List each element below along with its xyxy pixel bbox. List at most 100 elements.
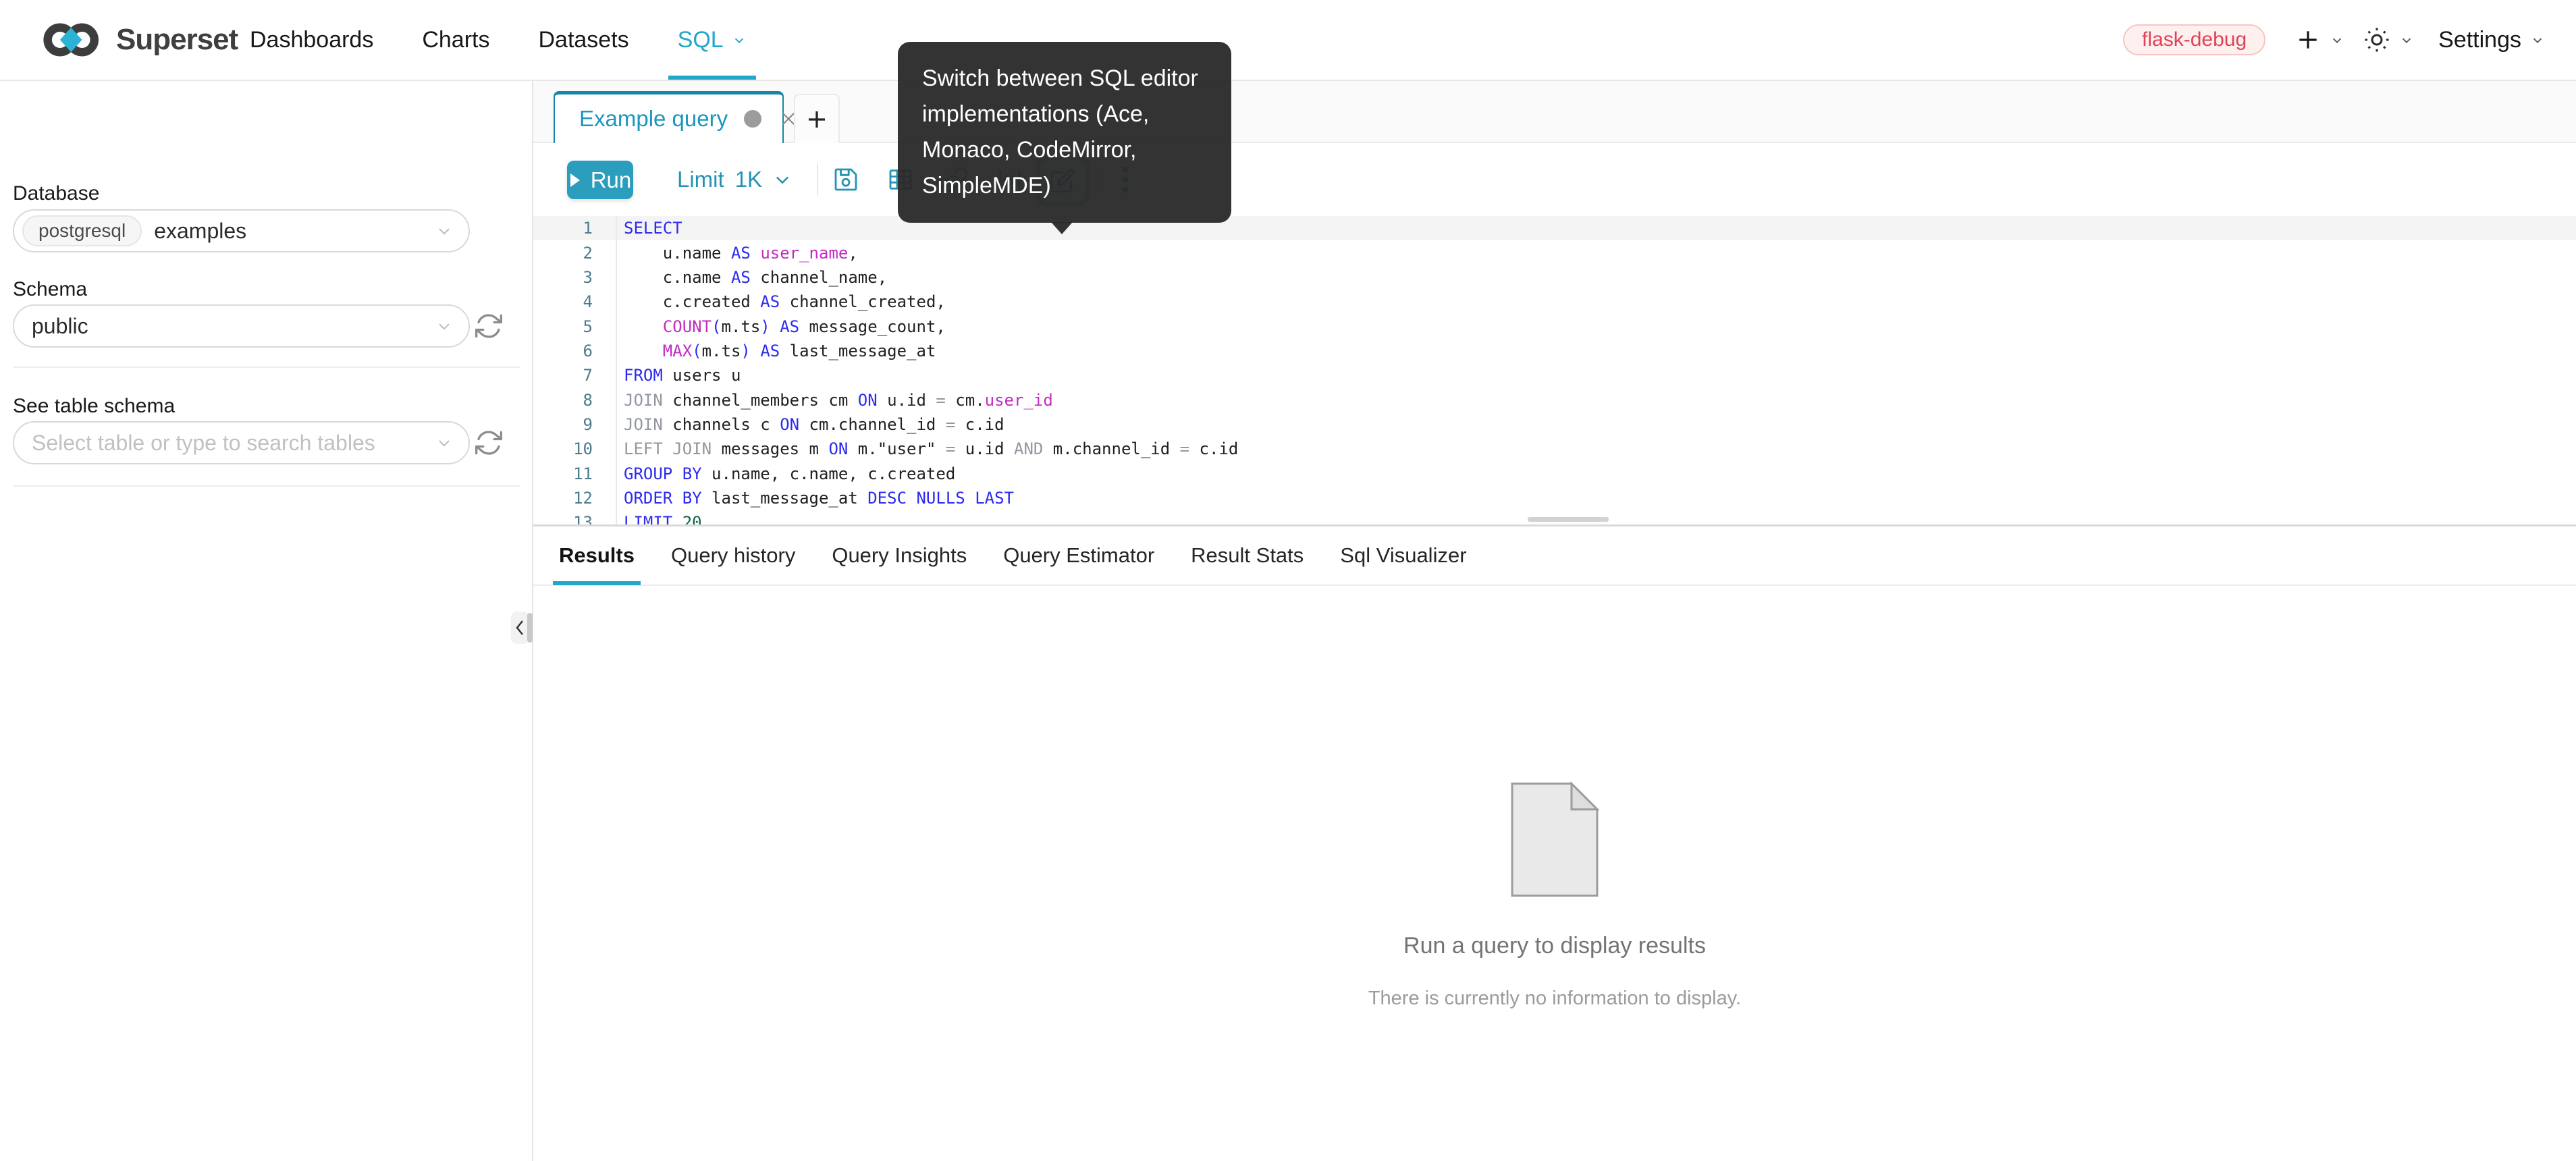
code-text: LEFT JOIN messages m ON m."user" = u.id …: [617, 439, 1238, 458]
refresh-schemas-icon[interactable]: [474, 311, 504, 341]
tooltip-arrow: [1051, 222, 1073, 234]
run-query-button[interactable]: Run: [567, 161, 633, 199]
line-number: 9: [533, 412, 617, 437]
chevron-down-icon: [2530, 32, 2545, 47]
line-number: 3: [533, 265, 617, 290]
code-text: GROUP BY u.name, c.name, c.created: [617, 464, 955, 483]
chevron-down-icon: [435, 317, 454, 335]
line-number: 12: [533, 486, 617, 510]
code-line[interactable]: 9JOIN channels c ON cm.channel_id = c.id: [533, 412, 2576, 437]
chevron-down-icon: [2330, 32, 2344, 47]
editor-toolbar: Run Limit 1K: [533, 143, 2576, 216]
plus-icon: [805, 107, 829, 132]
superset-logo[interactable]: Superset: [42, 0, 238, 80]
code-line[interactable]: 2 u.name AS user_name,: [533, 240, 2576, 265]
code-line[interactable]: 1SELECT: [533, 216, 2576, 240]
results-tab-result-stats[interactable]: Result Stats: [1189, 526, 1306, 585]
schema-select[interactable]: public: [13, 304, 470, 348]
theme-sun-icon[interactable]: [2363, 26, 2390, 53]
line-number: 5: [533, 314, 617, 338]
chevron-down-icon: [773, 170, 792, 189]
refresh-tables-icon[interactable]: [474, 428, 504, 458]
code-text: SELECT: [617, 219, 682, 238]
results-tab-query-insights[interactable]: Query Insights: [830, 526, 969, 585]
code-line[interactable]: 10LEFT JOIN messages m ON m."user" = u.i…: [533, 437, 2576, 461]
table-select[interactable]: Select table or type to search tables: [13, 421, 470, 464]
results-panel: Results Query history Query Insights Query …: [533, 526, 2576, 1161]
results-tab-sql-visualizer[interactable]: Sql Visualizer: [1338, 526, 1468, 585]
code-text: ORDER BY last_message_at DESC NULLS LAST: [617, 489, 1014, 508]
run-label: Run: [591, 167, 632, 193]
nav-item-label: Dashboards: [250, 27, 373, 53]
code-text: c.created AS channel_created,: [617, 292, 946, 311]
code-text: MAX(m.ts) AS last_message_at: [617, 342, 936, 360]
editor-switch-tooltip: Switch between SQL editor implementation…: [898, 42, 1231, 223]
split-drag-grip[interactable]: [1528, 517, 1609, 522]
nav-item-dashboards[interactable]: Dashboards: [250, 0, 373, 80]
panel-resize-handle[interactable]: [527, 613, 533, 643]
main-nav: Dashboards Charts Datasets SQL: [250, 0, 747, 80]
code-text: c.name AS channel_name,: [617, 268, 887, 287]
new-plus-icon[interactable]: [2295, 27, 2321, 53]
code-line[interactable]: 6 MAX(m.ts) AS last_message_at: [533, 339, 2576, 363]
line-number: 2: [533, 240, 617, 265]
code-line[interactable]: 11GROUP BY u.name, c.name, c.created: [533, 461, 2576, 485]
environment-badge: flask-debug: [2123, 24, 2265, 55]
line-number: 4: [533, 290, 617, 314]
nav-item-label: Datasets: [538, 27, 628, 53]
code-line[interactable]: 5 COUNT(m.ts) AS message_count,: [533, 314, 2576, 338]
table-schema-label: See table schema: [13, 395, 175, 418]
code-line[interactable]: 8JOIN channel_members cm ON u.id = cm.us…: [533, 387, 2576, 412]
database-value: examples: [154, 219, 246, 244]
brand-name: Superset: [116, 23, 238, 57]
code-text: JOIN channel_members cm ON u.id = cm.use…: [617, 391, 1053, 410]
sql-code-editor[interactable]: 1SELECT2 u.name AS user_name,3 c.name AS…: [533, 216, 2576, 524]
chevron-down-icon: [435, 221, 454, 240]
chevron-down-icon: [2399, 32, 2414, 47]
code-line[interactable]: 3 c.name AS channel_name,: [533, 265, 2576, 290]
schema-value: public: [32, 314, 88, 339]
chevron-down-icon: [435, 433, 454, 452]
sidebar-divider: [13, 485, 520, 487]
sqllab-left-panel: Database postgresql examples Schema publ…: [0, 81, 533, 1161]
results-tab-query-estimator[interactable]: Query Estimator: [1001, 526, 1156, 585]
query-tab-label: Example query: [579, 106, 728, 132]
line-number: 13: [533, 510, 617, 524]
settings-menu[interactable]: Settings: [2438, 27, 2521, 53]
database-select[interactable]: postgresql examples: [13, 209, 470, 252]
top-navbar: Superset Dashboards Charts Datasets SQL fla…: [0, 0, 2576, 81]
results-empty-state: Run a query to display results There is …: [533, 586, 2576, 1010]
code-line[interactable]: 12ORDER BY last_message_at DESC NULLS LA…: [533, 486, 2576, 510]
limit-label: Limit: [677, 167, 724, 192]
query-tab[interactable]: Example query: [554, 91, 784, 143]
unsaved-indicator-dot: [744, 110, 761, 128]
database-dialect-tag: postgresql: [22, 215, 142, 246]
nav-item-label: SQL: [678, 27, 724, 53]
nav-item-label: Charts: [422, 27, 489, 53]
empty-state-subtitle: There is currently no information to dis…: [1368, 988, 1741, 1010]
results-tab-bar: Results Query history Query Insights Query …: [533, 526, 2576, 586]
code-text: COUNT(m.ts) AS message_count,: [617, 317, 946, 336]
add-tab-button[interactable]: [794, 94, 840, 143]
document-icon: [1510, 782, 1599, 898]
row-limit-dropdown[interactable]: Limit 1K: [677, 143, 792, 216]
code-text: LIMIT 20: [617, 513, 702, 524]
code-text: u.name AS user_name,: [617, 244, 858, 263]
line-number: 8: [533, 387, 617, 412]
superset-infinity-icon: [42, 19, 107, 61]
results-tab-results[interactable]: Results: [557, 526, 637, 585]
code-text: JOIN channels c ON cm.channel_id = c.id: [617, 415, 1004, 434]
nav-item-charts[interactable]: Charts: [422, 0, 489, 80]
code-line[interactable]: 4 c.created AS channel_created,: [533, 290, 2576, 314]
nav-item-datasets[interactable]: Datasets: [538, 0, 628, 80]
database-label: Database: [13, 182, 99, 205]
schema-label: Schema: [13, 278, 87, 301]
results-tab-query-history[interactable]: Query history: [669, 526, 797, 585]
table-select-placeholder: Select table or type to search tables: [32, 431, 375, 456]
nav-item-sql[interactable]: SQL: [678, 0, 747, 80]
collapse-sidebar-button[interactable]: [511, 612, 529, 644]
line-number: 7: [533, 363, 617, 387]
line-number: 6: [533, 339, 617, 363]
save-query-icon[interactable]: [832, 166, 859, 193]
code-line[interactable]: 7FROM users u: [533, 363, 2576, 387]
